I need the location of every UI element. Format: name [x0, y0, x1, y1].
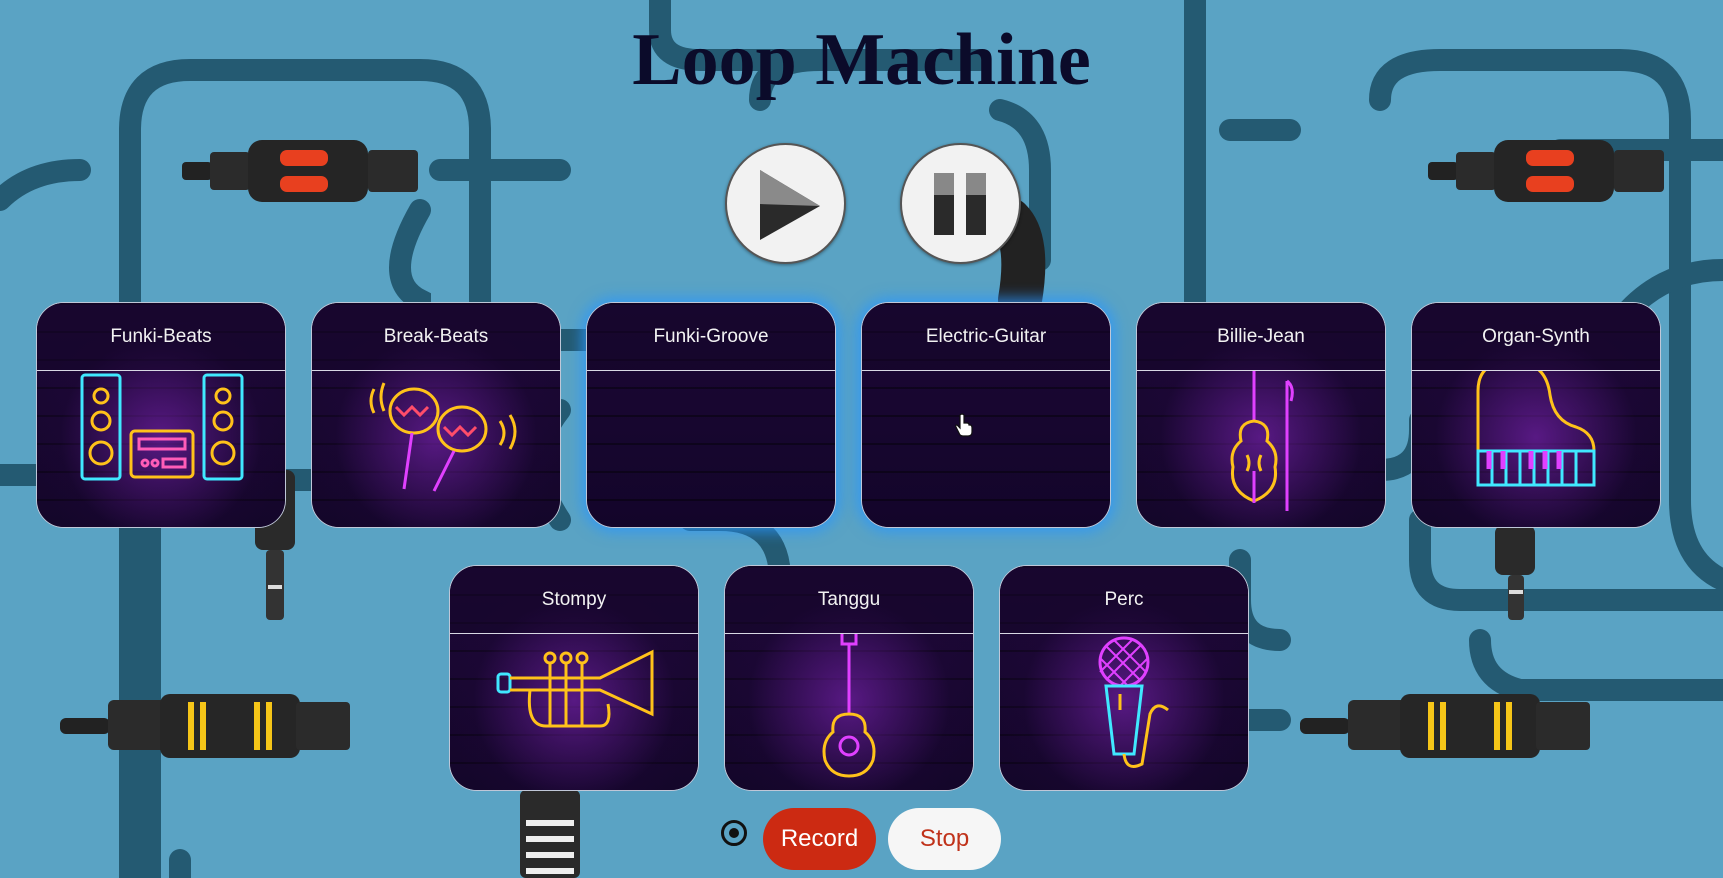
piano-icon [1476, 371, 1596, 487]
play-button[interactable] [725, 143, 846, 264]
guitar-icon [822, 634, 876, 778]
stop-button[interactable]: Stop [888, 808, 1001, 870]
pad-label: Stompy [450, 566, 698, 634]
pad-funki-beats[interactable]: Funki-Beats [36, 302, 286, 528]
record-indicator-radio[interactable] [721, 820, 747, 846]
maracas-icon [369, 382, 517, 492]
pause-button[interactable] [900, 143, 1021, 264]
pad-label: Funki-Groove [587, 303, 835, 371]
pad-organ-synth[interactable]: Organ-Synth [1411, 302, 1661, 528]
speakers-stereo-icon [80, 373, 244, 481]
pad-label: Funki-Beats [37, 303, 285, 371]
pad-label: Billie-Jean [1137, 303, 1385, 371]
record-radio-icon [729, 828, 739, 838]
pad-label: Perc [1000, 566, 1248, 634]
pause-icon [933, 172, 986, 235]
microphone-icon [1098, 636, 1169, 768]
pad-stompy[interactable]: Stompy [449, 565, 699, 791]
hand-cursor-icon [955, 413, 973, 437]
pad-electric-guitar[interactable]: Electric-Guitar [861, 302, 1111, 528]
violin-icon [1230, 371, 1294, 511]
pad-label: Electric-Guitar [862, 303, 1110, 371]
pad-label: Tanggu [725, 566, 973, 634]
pad-label: Break-Beats [312, 303, 560, 371]
pad-funki-groove[interactable]: Funki-Groove [586, 302, 836, 528]
pad-perc[interactable]: Perc [999, 565, 1249, 791]
record-button[interactable]: Record [763, 808, 876, 870]
play-icon [759, 169, 820, 240]
pad-break-beats[interactable]: Break-Beats [311, 302, 561, 528]
trumpet-icon [496, 649, 654, 728]
pad-billie-jean[interactable]: Billie-Jean [1136, 302, 1386, 528]
pad-label: Organ-Synth [1412, 303, 1660, 371]
pad-tanggu[interactable]: Tanggu [724, 565, 974, 791]
page-title: Loop Machine [632, 19, 1091, 101]
